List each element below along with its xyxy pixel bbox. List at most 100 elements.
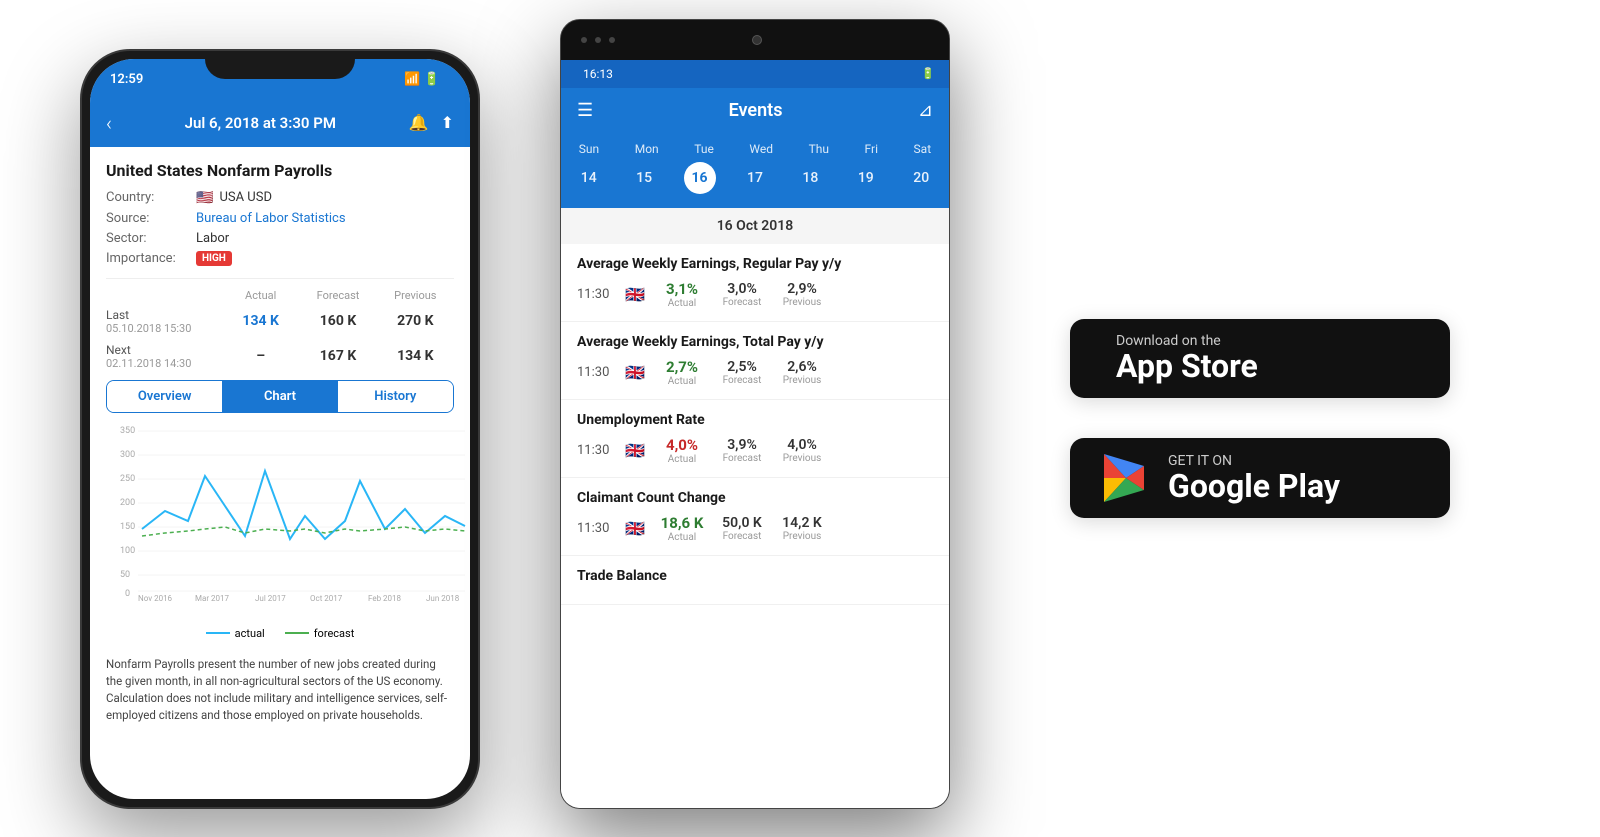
- iphone-screen: 12:59 📶 🔋 ‹ Jul 6, 2018 at 3:30 PM 🔔 ⬆ U…: [90, 59, 470, 799]
- legend-actual-item: actual: [206, 627, 265, 640]
- source-link[interactable]: Bureau of Labor Statistics: [196, 211, 346, 226]
- android-sensor2: [595, 37, 601, 43]
- event-item-1: Average Weekly Earnings, Regular Pay y/y…: [561, 244, 949, 322]
- event-1-data: 11:30 🇬🇧 3,1% Actual 3,0% Forecast: [577, 280, 933, 309]
- hamburger-icon[interactable]: ☰: [577, 100, 593, 121]
- android-status-bar: 16:13 🔋: [561, 60, 949, 88]
- android-camera: [752, 35, 762, 45]
- legend-forecast-item: forecast: [285, 627, 355, 640]
- event-4-forecast: 50,0 K: [722, 515, 762, 531]
- country-row: Country: 🇺🇸 USA USD: [106, 190, 454, 206]
- day-thu: Thu: [809, 142, 829, 156]
- svg-text:100: 100: [120, 546, 135, 556]
- app-store-button[interactable]: Download on the App Store: [1070, 319, 1450, 398]
- date-14[interactable]: 14: [573, 162, 605, 194]
- svg-text:350: 350: [120, 426, 135, 436]
- event-3-time: 11:30: [577, 443, 615, 458]
- source-label: Source:: [106, 211, 196, 226]
- event-2-flag: 🇬🇧: [625, 363, 647, 382]
- legend-forecast-label: forecast: [314, 627, 355, 640]
- event-1-previous: 2,9%: [787, 281, 817, 297]
- date-18[interactable]: 18: [794, 162, 826, 194]
- android-nav-title: Events: [729, 100, 783, 121]
- android-nav-bar: ☰ Events ⊿: [561, 88, 949, 134]
- day-tue: Tue: [694, 142, 714, 156]
- next-actual: –: [222, 348, 299, 364]
- svg-text:250: 250: [120, 474, 135, 484]
- event-2-previous-col: 2,6% Previous: [777, 359, 827, 386]
- iphone-notch: [205, 51, 355, 79]
- sector-row: Sector: Labor: [106, 231, 454, 246]
- chart-area: 350 300 250 200 150 100 50 0: [90, 421, 470, 621]
- filter-icon[interactable]: ⊿: [918, 100, 933, 121]
- data-section: Actual Forecast Previous Last 05.10.2018…: [106, 278, 454, 370]
- importance-label: Importance:: [106, 251, 196, 266]
- date-17[interactable]: 17: [739, 162, 771, 194]
- event-4-forecast-label: Forecast: [723, 531, 762, 542]
- battery-icon: 🔋: [921, 67, 935, 80]
- google-play-large-text: Google Play: [1168, 469, 1340, 504]
- event-item-3: Unemployment Rate 11:30 🇬🇧 4,0% Actual 3…: [561, 400, 949, 478]
- svg-text:Jun 2018: Jun 2018: [426, 594, 460, 601]
- importance-row: Importance: HIGH: [106, 251, 454, 266]
- app-store-text: Download on the App Store: [1116, 333, 1258, 384]
- event-1-previous-col: 2,9% Previous: [777, 281, 827, 308]
- event-4-forecast-col: 50,0 K Forecast: [717, 515, 767, 542]
- event-3-flag: 🇬🇧: [625, 441, 647, 460]
- svg-text:Nov 2016: Nov 2016: [138, 594, 173, 601]
- share-icon[interactable]: ⬆: [441, 113, 454, 132]
- svg-text:Oct 2017: Oct 2017: [310, 594, 343, 601]
- date-16[interactable]: 16: [684, 162, 716, 194]
- last-date: 05.10.2018 15:30: [106, 322, 222, 335]
- event-description: Nonfarm Payrolls present the number of n…: [90, 646, 470, 735]
- source-row: Source: Bureau of Labor Statistics: [106, 211, 454, 226]
- tab-history[interactable]: History: [338, 381, 453, 412]
- last-forecast: 160 K: [299, 313, 376, 329]
- event-3-actual-col: 4,0% Actual: [657, 436, 707, 465]
- country-value: 🇺🇸 USA USD: [196, 190, 272, 206]
- legend-forecast-line: [285, 632, 309, 634]
- sector-label: Sector:: [106, 231, 196, 246]
- data-row-header: Actual Forecast Previous: [106, 289, 454, 302]
- tab-chart[interactable]: Chart: [222, 381, 337, 412]
- event-3-forecast-col: 3,9% Forecast: [717, 437, 767, 464]
- event-2-actual-label: Actual: [668, 376, 696, 387]
- google-play-icon: [1098, 452, 1150, 504]
- android-sensors: [581, 37, 615, 43]
- google-play-button[interactable]: GET IT ON Google Play: [1070, 438, 1450, 518]
- next-date: 02.11.2018 14:30: [106, 357, 222, 370]
- event-4-previous: 14,2 K: [782, 515, 822, 531]
- tabs-bar: Overview Chart History: [106, 380, 454, 413]
- event-2-forecast: 2,5%: [727, 359, 757, 375]
- event-4-data: 11:30 🇬🇧 18,6 K Actual 50,0 K Forecast: [577, 514, 933, 543]
- event-3-actual: 4,0%: [657, 436, 707, 454]
- event-4-time: 11:30: [577, 521, 615, 536]
- next-label: Next: [106, 343, 222, 357]
- svg-text:Mar 2017: Mar 2017: [195, 594, 230, 601]
- day-wed: Wed: [749, 142, 773, 156]
- event-1-forecast-col: 3,0% Forecast: [717, 281, 767, 308]
- android-screen: 16:13 🔋 ☰ Events ⊿ Sun Mon Tue Wed: [561, 60, 949, 808]
- event-4-actual: 18,6 K: [657, 514, 707, 532]
- forecast-header: Forecast: [299, 289, 376, 302]
- day-sun: Sun: [579, 142, 599, 156]
- last-label-col: Last 05.10.2018 15:30: [106, 308, 222, 335]
- event-2-forecast-label: Forecast: [723, 375, 762, 386]
- tab-overview[interactable]: Overview: [107, 381, 222, 412]
- event-1-actual-label: Actual: [668, 298, 696, 309]
- event-3-title: Unemployment Rate: [577, 412, 933, 428]
- last-label: Last: [106, 308, 222, 322]
- store-buttons-container: Download on the App Store GET IT ON Goog…: [980, 319, 1540, 518]
- last-previous: 270 K: [377, 313, 454, 329]
- next-previous: 134 K: [377, 348, 454, 364]
- date-19[interactable]: 19: [850, 162, 882, 194]
- bell-icon[interactable]: 🔔: [409, 113, 429, 132]
- svg-text:Feb 2018: Feb 2018: [368, 594, 402, 601]
- event-4-actual-col: 18,6 K Actual: [657, 514, 707, 543]
- event-2-data: 11:30 🇬🇧 2,7% Actual 2,5% Forecast: [577, 358, 933, 387]
- legend-actual-line: [206, 632, 230, 634]
- back-icon[interactable]: ‹: [106, 111, 112, 135]
- event-1-forecast-label: Forecast: [723, 297, 762, 308]
- date-15[interactable]: 15: [628, 162, 660, 194]
- date-20[interactable]: 20: [905, 162, 937, 194]
